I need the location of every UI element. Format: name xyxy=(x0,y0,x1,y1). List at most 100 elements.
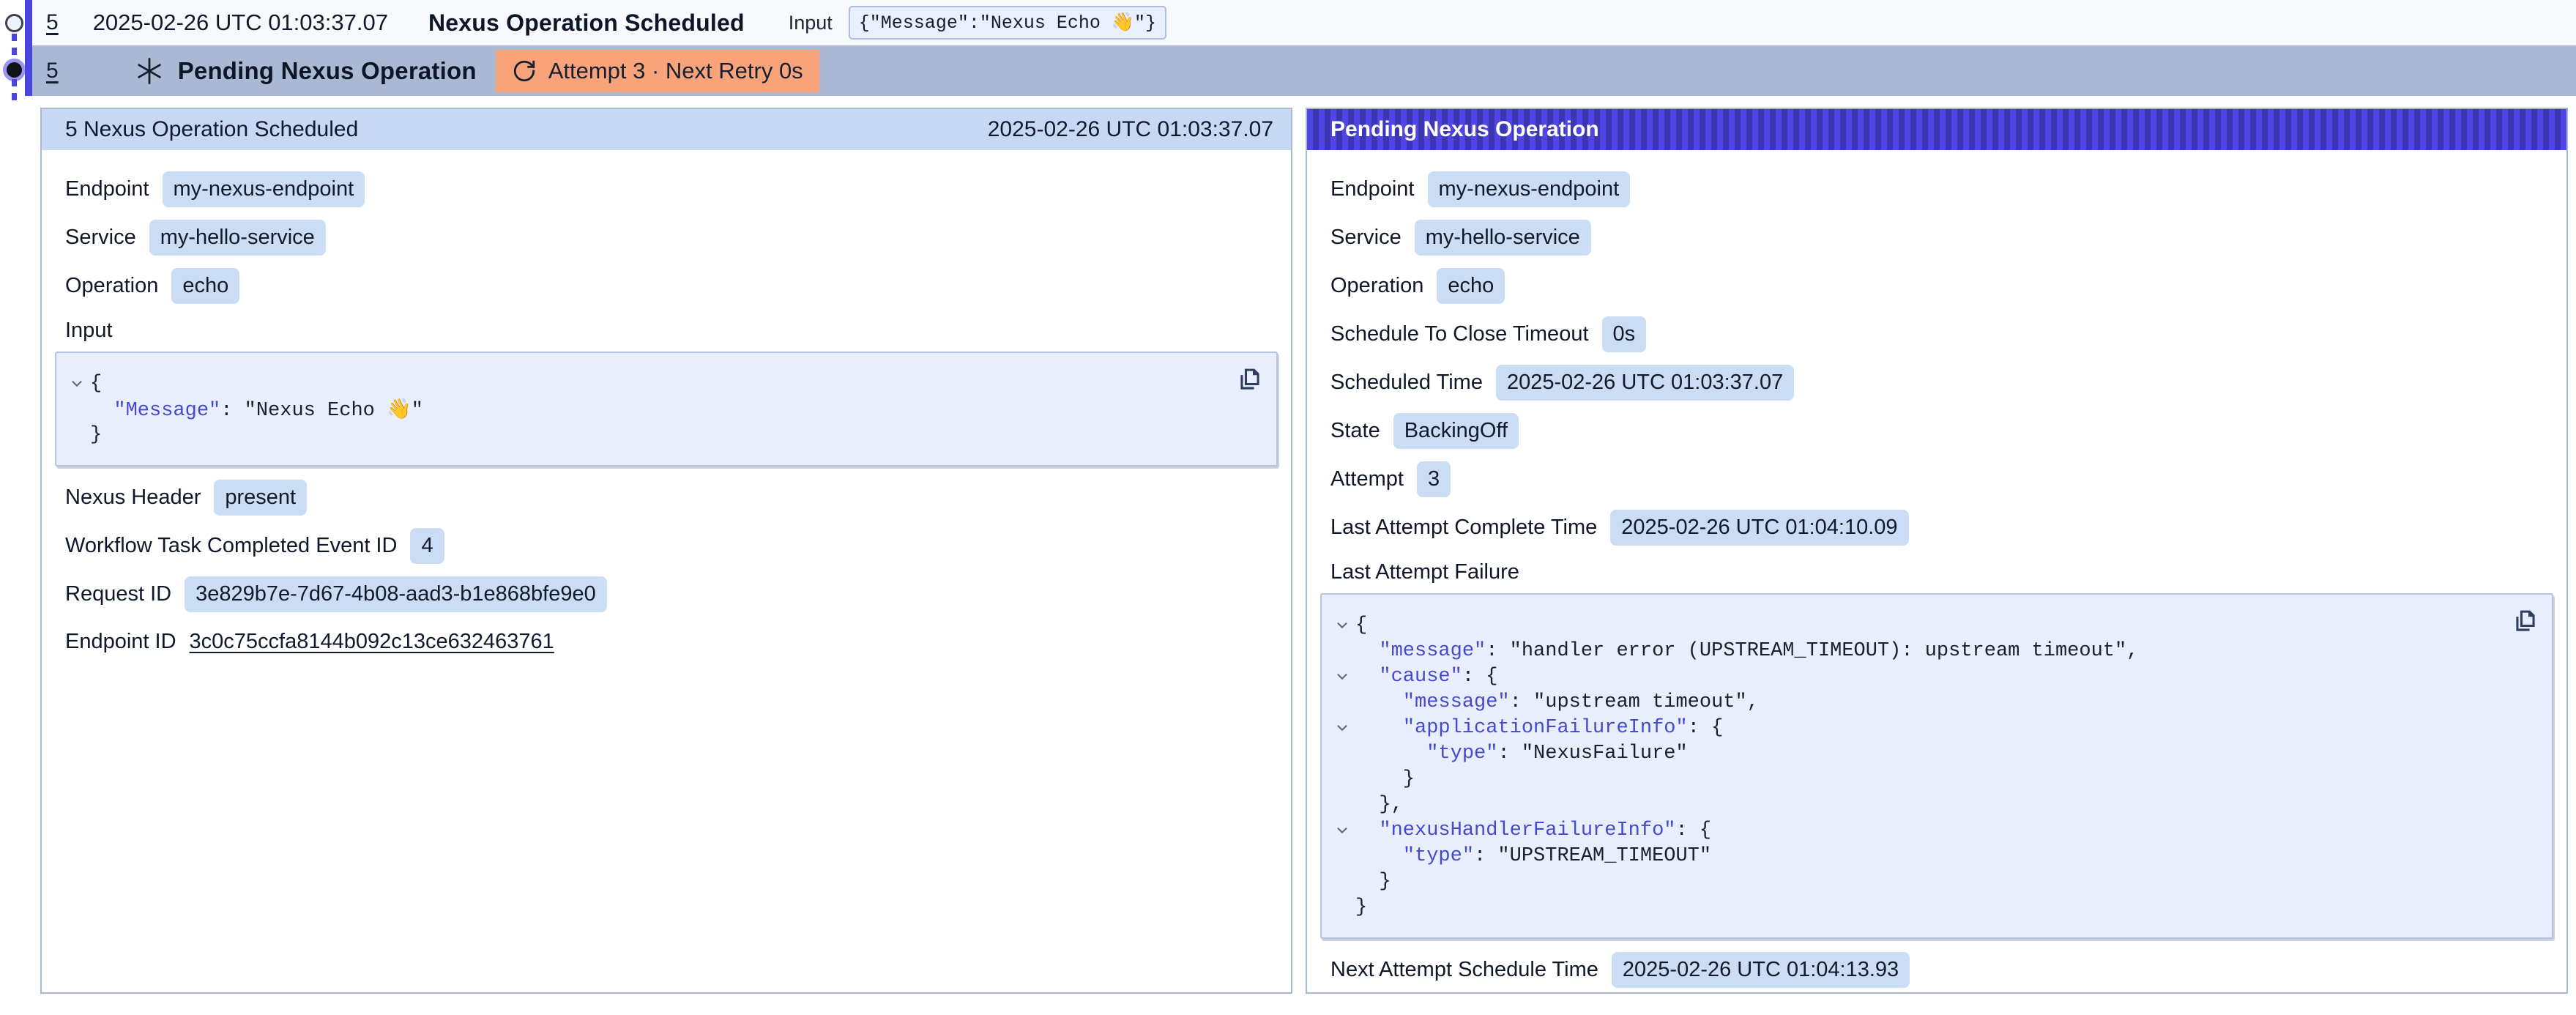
endpoint-id-link[interactable]: 3c0c75ccfa8144b092c13ce632463761 xyxy=(190,630,554,654)
event-marker-filled-icon xyxy=(7,62,22,78)
field-endpoint: Endpoint my-nexus-endpoint xyxy=(65,171,1269,207)
json-code-text: "Message": "Nexus Echo 👋" xyxy=(90,397,423,422)
json-line: } xyxy=(1329,869,2508,894)
field-value-badge: 2025-02-26 UTC 01:03:37.07 xyxy=(1496,365,1794,401)
copy-button[interactable] xyxy=(2511,608,2540,637)
json-content: { "message": "handler error (UPSTREAM_TI… xyxy=(1329,612,2508,920)
field-value-badge: 4 xyxy=(410,528,444,564)
field-state: State BackingOff xyxy=(1330,413,2545,449)
panel-body: Endpoint my-nexus-endpoint Service my-he… xyxy=(1307,150,2566,1015)
field-endpoint: Endpoint my-nexus-endpoint xyxy=(1330,171,2545,207)
event-timeline-rail xyxy=(0,0,34,956)
json-code-text: "cause": { xyxy=(1355,666,1497,688)
field-operation: Operation echo xyxy=(1330,268,2545,304)
json-code-text: "applicationFailureInfo": { xyxy=(1355,717,1723,739)
retry-attempt-badge: Attempt 3 · Next Retry 0s xyxy=(496,50,819,92)
field-value-badge: my-hello-service xyxy=(1415,220,1591,256)
timeline-dashed-connector xyxy=(12,34,17,62)
json-line: "type": "NexusFailure" xyxy=(1329,740,2508,766)
field-label: Endpoint xyxy=(65,177,149,201)
event-detail-panel-scheduled: 5 Nexus Operation Scheduled 2025-02-26 U… xyxy=(40,108,1292,994)
json-line: }, xyxy=(1329,792,2508,817)
retry-badge-label: Attempt 3 · Next Retry 0s xyxy=(548,58,803,84)
field-label: Next Attempt Schedule Time xyxy=(1330,958,1598,982)
field-request-id: Request ID 3e829b7e-7d67-4b08-aad3-b1e86… xyxy=(65,576,1269,612)
event-id-link[interactable]: 5 xyxy=(46,59,59,83)
json-code-text: } xyxy=(1355,871,1391,893)
field-label: Operation xyxy=(65,274,158,298)
chevron-down-icon[interactable] xyxy=(1334,669,1350,685)
copy-icon xyxy=(2512,609,2539,635)
json-code-text: } xyxy=(90,424,102,446)
json-collapse-gutter xyxy=(1329,669,1355,685)
json-line: { xyxy=(1329,612,2508,638)
field-last-attempt-complete-time: Last Attempt Complete Time 2025-02-26 UT… xyxy=(1330,510,2545,546)
copy-button[interactable] xyxy=(1235,366,1265,395)
field-endpoint-id: Endpoint ID 3c0c75ccfa8144b092c13ce63246… xyxy=(65,625,1269,659)
pending-event-title: Pending Nexus Operation xyxy=(178,57,477,85)
field-value-badge: echo xyxy=(1437,268,1505,304)
field-value-badge: 3e829b7e-7d67-4b08-aad3-b1e868bfe9e0 xyxy=(185,576,607,612)
json-collapse-gutter xyxy=(64,376,90,392)
chevron-down-icon[interactable] xyxy=(1334,720,1350,736)
event-row-nexus-operation-scheduled[interactable]: 5 2025-02-26 UTC 01:03:37.07 Nexus Opera… xyxy=(32,0,2576,45)
json-line: } xyxy=(1329,766,2508,792)
event-row-pending-nexus-operation[interactable]: 5 Pending Nexus Operation Attempt 3 · Ne… xyxy=(32,45,2576,96)
json-line: "nexusHandlerFailureInfo": { xyxy=(1329,817,2508,843)
chevron-down-icon[interactable] xyxy=(69,376,85,392)
panel-body: Endpoint my-nexus-endpoint Service my-he… xyxy=(42,150,1291,686)
panel-timestamp: 2025-02-26 UTC 01:03:37.07 xyxy=(988,117,1273,142)
json-code-text: "type": "NexusFailure" xyxy=(1355,743,1688,765)
event-id-link[interactable]: 5 xyxy=(46,10,59,35)
field-value-badge: 3 xyxy=(1417,461,1451,497)
json-line: "type": "UPSTREAM_TIMEOUT" xyxy=(1329,843,2508,869)
input-json-viewer: { "Message": "Nexus Echo 👋"} xyxy=(55,352,1278,466)
chevron-down-icon[interactable] xyxy=(1334,822,1350,839)
input-section-label: Input xyxy=(65,319,1269,343)
json-code-text: "nexusHandlerFailureInfo": { xyxy=(1355,819,1711,841)
field-workflow-task-completed-event-id: Workflow Task Completed Event ID 4 xyxy=(65,528,1269,564)
input-label: Input xyxy=(789,12,833,34)
json-content: { "Message": "Nexus Echo 👋"} xyxy=(64,371,1232,447)
field-label: Service xyxy=(1330,226,1401,250)
field-label: Workflow Task Completed Event ID xyxy=(65,534,397,558)
field-value-badge: my-nexus-endpoint xyxy=(163,171,365,207)
json-code-text: "message": "upstream timeout", xyxy=(1355,691,1759,713)
field-schedule-to-close-timeout: Schedule To Close Timeout 0s xyxy=(1330,316,2545,352)
json-line: } xyxy=(1329,894,2508,920)
field-label: State xyxy=(1330,419,1380,443)
field-value-badge: 2025-02-26 UTC 01:04:10.09 xyxy=(1610,510,1908,546)
json-code-text: } xyxy=(1355,896,1367,918)
selected-event-indicator-bar xyxy=(25,0,32,96)
pending-asterisk-icon xyxy=(134,56,165,86)
event-title: Nexus Operation Scheduled xyxy=(428,10,745,37)
event-timestamp: 2025-02-26 UTC 01:03:37.07 xyxy=(93,10,388,36)
input-preview-chip: {"Message":"Nexus Echo 👋"} xyxy=(849,6,1166,40)
field-scheduled-time: Scheduled Time 2025-02-26 UTC 01:03:37.0… xyxy=(1330,365,2545,401)
field-operation: Operation echo xyxy=(65,268,1269,304)
json-line: "Message": "Nexus Echo 👋" xyxy=(64,396,1232,422)
json-line: } xyxy=(64,422,1232,447)
json-code-text: { xyxy=(1355,614,1367,636)
field-service: Service my-hello-service xyxy=(65,220,1269,256)
field-attempt: Attempt 3 xyxy=(1330,461,2545,497)
json-collapse-gutter xyxy=(1329,822,1355,839)
field-label: Service xyxy=(65,226,136,250)
copy-icon xyxy=(1237,367,1263,393)
json-collapse-gutter xyxy=(1329,720,1355,736)
field-value-badge: 2025-02-26 UTC 01:04:13.93 xyxy=(1612,952,1910,988)
field-label: Schedule To Close Timeout xyxy=(1330,322,1589,346)
chevron-down-icon[interactable] xyxy=(1334,617,1350,633)
panel-header-pending: Pending Nexus Operation xyxy=(1307,109,2566,150)
json-code-text: { xyxy=(90,373,102,395)
failure-json-viewer: { "message": "handler error (UPSTREAM_TI… xyxy=(1320,593,2553,939)
json-code-text: "type": "UPSTREAM_TIMEOUT" xyxy=(1355,845,1711,867)
status-badge: BackingOff xyxy=(1393,413,1519,449)
field-label: Attempt xyxy=(1330,467,1404,491)
field-value-badge: 0s xyxy=(1602,316,1647,352)
field-value-badge: present xyxy=(214,480,307,516)
panel-header-scheduled: 5 Nexus Operation Scheduled 2025-02-26 U… xyxy=(42,109,1291,150)
json-line: "cause": { xyxy=(1329,663,2508,689)
json-code-text: }, xyxy=(1355,794,1403,816)
event-detail-panel-pending: Pending Nexus Operation Endpoint my-nexu… xyxy=(1306,108,2568,994)
